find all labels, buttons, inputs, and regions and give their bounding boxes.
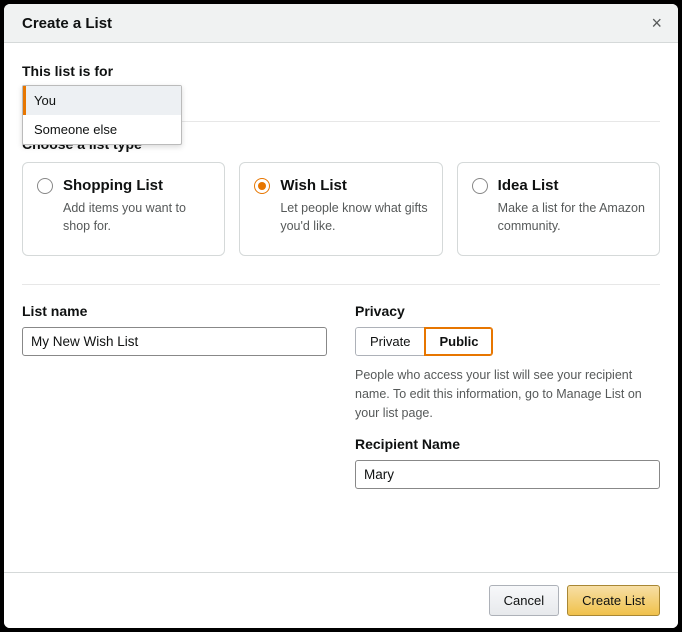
list-name-section: List name xyxy=(22,303,327,489)
dropdown-option-someone-else[interactable]: Someone else xyxy=(23,115,181,144)
type-card-idea-list[interactable]: Idea List Make a list for the Amazon com… xyxy=(457,162,660,256)
type-title: Idea List xyxy=(498,177,559,194)
list-type-group: Shopping List Add items you want to shop… xyxy=(22,162,660,256)
divider xyxy=(22,284,660,285)
list-for-label: This list is for xyxy=(22,63,660,79)
modal-header: Create a List × xyxy=(4,4,678,43)
cancel-button[interactable]: Cancel xyxy=(489,585,559,616)
type-desc: Add items you want to shop for. xyxy=(63,200,210,235)
type-desc: Make a list for the Amazon community. xyxy=(498,200,645,235)
privacy-toggle: Private Public xyxy=(355,327,493,356)
close-icon[interactable]: × xyxy=(651,14,662,32)
radio-icon xyxy=(472,178,488,194)
recipient-name-input[interactable] xyxy=(355,460,660,489)
list-name-label: List name xyxy=(22,303,327,319)
list-name-input[interactable] xyxy=(22,327,327,356)
radio-icon xyxy=(37,178,53,194)
list-for-dropdown-menu: You Someone else xyxy=(22,85,182,145)
type-card-shopping-list[interactable]: Shopping List Add items you want to shop… xyxy=(22,162,225,256)
create-list-modal: Create a List × This list is for You Som… xyxy=(4,4,678,628)
modal-footer: Cancel Create List xyxy=(4,572,678,628)
privacy-note: People who access your list will see you… xyxy=(355,366,660,422)
create-list-button[interactable]: Create List xyxy=(567,585,660,616)
dropdown-option-you[interactable]: You xyxy=(23,86,181,115)
recipient-label: Recipient Name xyxy=(355,436,660,452)
privacy-section: Privacy Private Public People who access… xyxy=(355,303,660,489)
privacy-label: Privacy xyxy=(355,303,660,319)
type-title: Wish List xyxy=(280,177,347,194)
privacy-private-button[interactable]: Private xyxy=(355,327,424,356)
type-desc: Let people know what gifts you'd like. xyxy=(280,200,427,235)
radio-icon xyxy=(254,178,270,194)
type-title: Shopping List xyxy=(63,177,163,194)
privacy-public-button[interactable]: Public xyxy=(424,327,493,356)
type-card-wish-list[interactable]: Wish List Let people know what gifts you… xyxy=(239,162,442,256)
modal-body: This list is for You Someone else Choose… xyxy=(4,43,678,572)
modal-title: Create a List xyxy=(22,15,112,32)
